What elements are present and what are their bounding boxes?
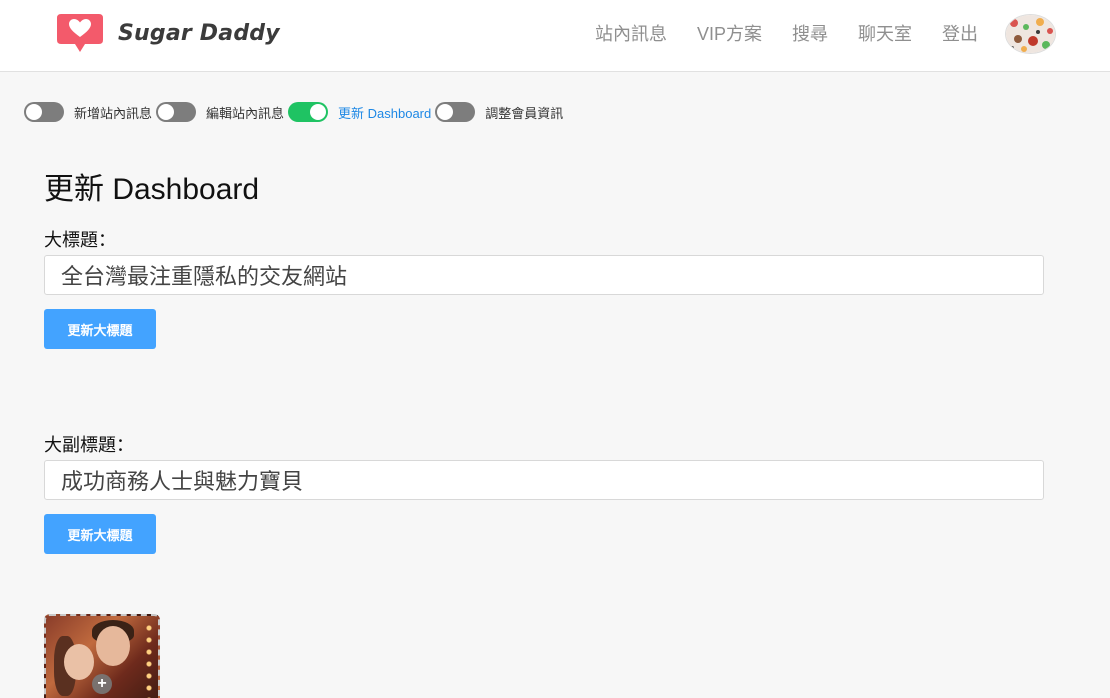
user-avatar-icon[interactable] [1005, 14, 1056, 54]
update-headline-button[interactable]: 更新大標題 [44, 309, 156, 349]
toggle-label: 更新 Dashboard [338, 105, 432, 121]
nav-search[interactable]: 搜尋 [792, 22, 828, 46]
toggle-switch[interactable] [24, 102, 64, 122]
nav-messages[interactable]: 站內訊息 [595, 22, 667, 46]
plus-icon[interactable]: + [92, 674, 112, 694]
top-navbar: Sugar Daddy 站內訊息 VIP方案 搜尋 聊天室 登出 [0, 0, 1110, 72]
toggle-adjust-member[interactable]: 調整會員資訊 [435, 102, 567, 122]
heart-chat-bubble-icon [57, 14, 103, 52]
toggle-label: 新增站內訊息 [74, 105, 153, 121]
toggle-edit-message[interactable]: 編輯站內訊息 [156, 102, 288, 122]
main-nav: 站內訊息 VIP方案 搜尋 聊天室 登出 [565, 22, 978, 46]
brand-name: Sugar Daddy [118, 20, 280, 46]
avatar-image [1006, 15, 1055, 53]
toggle-label: 調整會員資訊 [485, 105, 564, 121]
nav-vip-plans[interactable]: VIP方案 [697, 22, 762, 46]
subheadline-input[interactable] [44, 460, 1044, 500]
admin-toggle-bar: 新增站內訊息 編輯站內訊息 更新 Dashboard 調整會員資訊 [24, 101, 567, 123]
update-subheadline-button[interactable]: 更新大標題 [44, 514, 156, 554]
headline-input[interactable] [44, 255, 1044, 295]
subheadline-label: 大副標題： [44, 435, 134, 455]
toggle-switch[interactable] [435, 102, 476, 122]
dashboard-photo-upload[interactable]: + [44, 614, 160, 698]
toggle-update-dashboard[interactable]: 更新 Dashboard [288, 102, 435, 122]
nav-chatroom[interactable]: 聊天室 [858, 22, 912, 46]
headline-label: 大標題： [44, 230, 116, 250]
toggle-switch[interactable] [288, 102, 329, 122]
brand[interactable]: Sugar Daddy [55, 12, 280, 54]
toggle-switch[interactable] [156, 102, 197, 122]
toggle-add-message[interactable]: 新增站內訊息 [24, 102, 156, 122]
toggle-label: 編輯站內訊息 [206, 105, 285, 121]
nav-logout[interactable]: 登出 [942, 22, 978, 46]
page-title: 更新 Dashboard [44, 173, 260, 206]
